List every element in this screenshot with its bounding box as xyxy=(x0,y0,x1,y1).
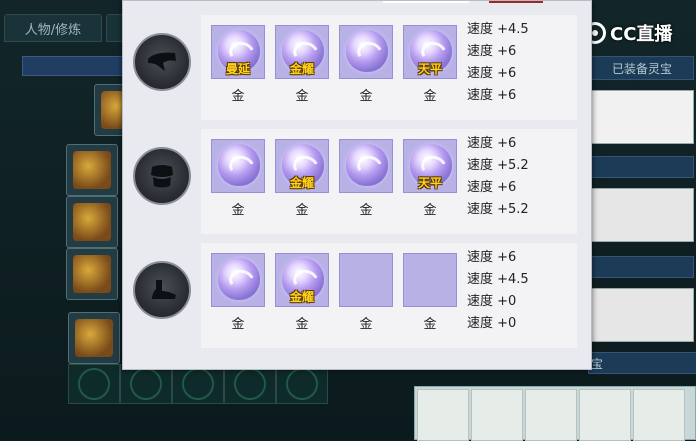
hat-icon xyxy=(133,33,191,91)
gem-slot[interactable]: 曼延 xyxy=(211,25,265,79)
speed-stat: 速度 +6 xyxy=(467,180,517,195)
equipped-empty-box-2[interactable] xyxy=(590,288,694,342)
lingbao-item[interactable] xyxy=(471,389,523,441)
modal-top-tab-active[interactable] xyxy=(489,1,543,3)
watermark: CC直播 xyxy=(584,20,672,46)
speed-stat: 速度 +4.5 xyxy=(467,272,529,287)
gem-slot[interactable]: 天平 xyxy=(403,25,457,79)
gem-slot[interactable]: 金耀 xyxy=(275,25,329,79)
gem-slot[interactable]: 金耀 xyxy=(275,139,329,193)
armor-glyph xyxy=(151,165,173,188)
gem-icon xyxy=(346,30,388,72)
lingbao-item[interactable] xyxy=(525,389,577,441)
gem-caption: 金 xyxy=(423,203,437,218)
gem-label: 曼延 xyxy=(225,62,250,76)
speed-stats: 速度 +6 速度 +5.2 速度 +6 速度 +5.2 xyxy=(467,133,529,221)
modal-top-tab[interactable] xyxy=(383,1,469,3)
inventory-cell[interactable] xyxy=(120,364,172,404)
gem-slot[interactable] xyxy=(339,25,393,79)
gem-label: 金耀 xyxy=(289,290,314,304)
background-bar-2 xyxy=(590,156,694,178)
armor-icon xyxy=(133,147,191,205)
lingbao-item[interactable] xyxy=(579,389,631,441)
inventory-cell[interactable] xyxy=(172,364,224,404)
gem-icon xyxy=(218,258,260,300)
lingbao-item[interactable] xyxy=(417,389,469,441)
speed-stat: 速度 +5.2 xyxy=(467,158,529,173)
gem-caption: 金 xyxy=(295,317,309,332)
gem-icon xyxy=(218,144,260,186)
equipped-lingbao-label: 已装备灵宝 xyxy=(590,56,694,80)
speed-stat: 速度 +0 xyxy=(467,316,517,331)
hat-glyph xyxy=(148,52,176,71)
gem-slot[interactable]: 天平 xyxy=(403,139,457,193)
equipped-item-box[interactable] xyxy=(590,90,694,144)
boots-glyph xyxy=(152,280,176,299)
inventory-grid xyxy=(68,364,328,404)
gem-slot[interactable] xyxy=(211,139,265,193)
equipped-empty-box[interactable] xyxy=(590,188,694,242)
speed-stat: 速度 +0 xyxy=(467,294,517,309)
background-bar xyxy=(22,56,124,76)
gem-icon xyxy=(346,144,388,186)
boots-icon xyxy=(133,261,191,319)
watermark-text: CC直播 xyxy=(610,24,673,45)
speed-stat: 速度 +6 xyxy=(467,250,517,265)
gem-caption: 金 xyxy=(359,89,373,104)
equipment-row-3: 金耀 金 金 金 金 速度 +6 速度 +4.5 速度 +0 速度 +0 xyxy=(201,243,577,348)
gem-slot[interactable] xyxy=(339,139,393,193)
lower-bar-label: 宝 xyxy=(588,352,696,374)
lingbao-item-bar xyxy=(414,386,696,441)
equip-slot-staff[interactable] xyxy=(66,196,118,248)
gem-caption: 金 xyxy=(295,89,309,104)
gem-caption: 金 xyxy=(295,203,309,218)
lingbao-detail-modal: 曼延 金耀 天平 金 金 金 金 速度 +4.5 速度 +6 速度 +6 速度 … xyxy=(122,0,592,370)
inventory-cell[interactable] xyxy=(276,364,328,404)
gem-label: 金耀 xyxy=(289,62,314,76)
equip-slot-box[interactable] xyxy=(68,312,120,364)
speed-stat: 速度 +4.5 xyxy=(467,22,529,37)
equip-slot-crown[interactable] xyxy=(66,144,118,196)
gem-caption: 金 xyxy=(359,317,373,332)
gem-slot[interactable] xyxy=(211,253,265,307)
gem-label: 天平 xyxy=(417,176,442,190)
speed-stat: 速度 +6 xyxy=(467,66,517,81)
gem-caption: 金 xyxy=(231,317,245,332)
equipment-row-2: 金耀 天平 金 金 金 金 速度 +6 速度 +5.2 速度 +6 速度 +5.… xyxy=(201,129,577,234)
background-bar-3 xyxy=(590,256,694,278)
gem-caption: 金 xyxy=(231,203,245,218)
empty-gem-slot[interactable] xyxy=(339,253,393,307)
gem-caption: 金 xyxy=(423,89,437,104)
gem-slot[interactable]: 金耀 xyxy=(275,253,329,307)
empty-gem-slot[interactable] xyxy=(403,253,457,307)
speed-stat: 速度 +6 xyxy=(467,136,517,151)
gem-caption: 金 xyxy=(423,317,437,332)
gem-caption: 金 xyxy=(359,203,373,218)
speed-stats: 速度 +6 速度 +4.5 速度 +0 速度 +0 xyxy=(467,247,529,335)
speed-stat: 速度 +5.2 xyxy=(467,202,529,217)
equipment-row-1: 曼延 金耀 天平 金 金 金 金 速度 +4.5 速度 +6 速度 +6 速度 … xyxy=(201,15,577,120)
equip-slot-sword[interactable] xyxy=(66,248,118,300)
speed-stat: 速度 +6 xyxy=(467,88,517,103)
speed-stat: 速度 +6 xyxy=(467,44,517,59)
inventory-cell[interactable] xyxy=(68,364,120,404)
inventory-cell[interactable] xyxy=(224,364,276,404)
gem-caption: 金 xyxy=(231,89,245,104)
speed-stats: 速度 +4.5 速度 +6 速度 +6 速度 +6 xyxy=(467,19,529,107)
tab-character[interactable]: 人物/修炼 xyxy=(4,14,102,42)
lingbao-item[interactable] xyxy=(633,389,685,441)
gem-label: 天平 xyxy=(417,62,442,76)
gem-label: 金耀 xyxy=(289,176,314,190)
